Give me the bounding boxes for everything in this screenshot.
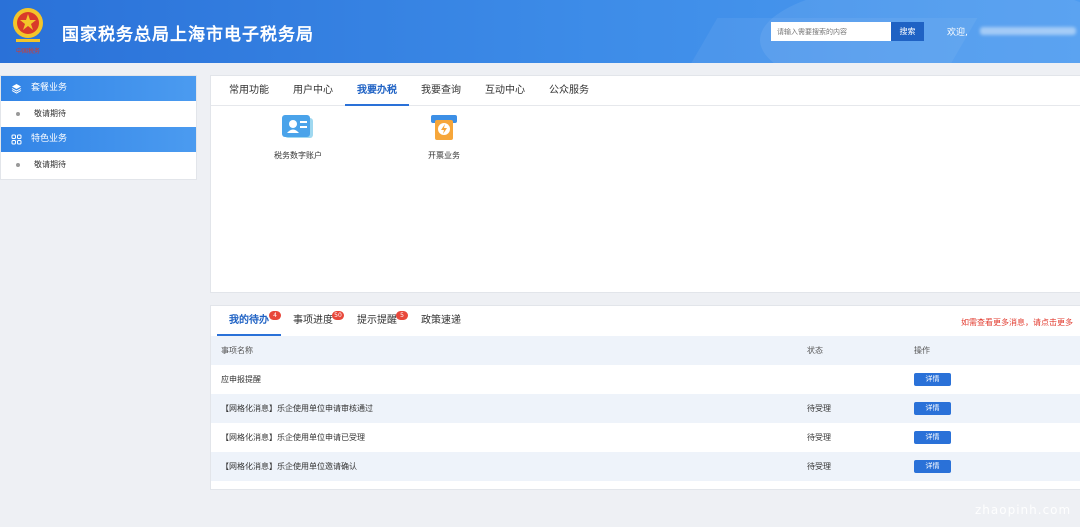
table-row: 【网格化消息】乐企使用单位申请已受理 待受理 详情: [211, 423, 1080, 452]
tab-progress[interactable]: 事项进度: [293, 306, 333, 336]
sidebar-section-title: 套餐业务: [31, 83, 68, 93]
todo-tabs: 我的待办 4 事项进度 50 提示提醒 5 政策速递 如需查看更多消息，请点击更…: [211, 306, 1080, 336]
user-name-blurred: [980, 27, 1076, 35]
column-name: 事项名称: [221, 346, 253, 355]
layers-icon: [11, 84, 22, 94]
welcome-text: 欢迎,: [947, 28, 968, 38]
invoice-icon: [431, 115, 457, 140]
progress-count-badge: 50: [332, 311, 344, 320]
tab-public-service[interactable]: 公众服务: [543, 76, 595, 106]
detail-button[interactable]: 详情: [914, 460, 951, 473]
tab-label: 政策速递: [421, 315, 461, 326]
detail-button[interactable]: 详情: [914, 431, 951, 444]
service-panel: 常用功能 用户中心 我要办税 我要查询 互动中心 公众服务 税务数字账户 开票业…: [210, 75, 1080, 293]
sidebar-section-package[interactable]: 套餐业务: [1, 76, 196, 101]
header: 中国税务 国家税务总局上海市电子税务局 搜索 欢迎,: [0, 0, 1080, 63]
tax-emblem-icon: 中国税务: [13, 8, 43, 55]
table-row: 应申报提醒 详情: [211, 365, 1080, 394]
detail-button[interactable]: 详情: [914, 402, 951, 415]
grid-icon: [11, 134, 22, 145]
more-messages-hint[interactable]: 如需查看更多消息，请点击更多: [961, 317, 1073, 328]
watermark: zhaopinh.com: [975, 503, 1072, 517]
search-input[interactable]: [771, 22, 891, 41]
tab-common[interactable]: 常用功能: [223, 76, 275, 106]
row-name: 应申报提醒: [221, 375, 261, 384]
tab-label: 事项进度: [293, 315, 333, 326]
tab-tax-handling[interactable]: 我要办税: [345, 76, 409, 106]
sidebar: 套餐业务 敬请期待 特色业务 敬请期待: [0, 75, 197, 180]
main-tabs: 常用功能 用户中心 我要办税 我要查询 互动中心 公众服务: [211, 76, 1080, 106]
table-row: 【网格化消息】乐企使用单位申请审核通过 待受理 详情: [211, 394, 1080, 423]
tab-reminders[interactable]: 提示提醒: [357, 306, 397, 336]
sidebar-item[interactable]: 敬请期待: [1, 152, 196, 178]
table-header: 事项名称 状态 操作: [211, 336, 1080, 365]
site-title: 国家税务总局上海市电子税务局: [62, 25, 314, 45]
reminder-count-badge: 5: [396, 311, 408, 320]
row-name: 【网格化消息】乐企使用单位申请已受理: [221, 433, 365, 442]
sidebar-section-title: 特色业务: [31, 134, 68, 144]
column-operation: 操作: [914, 346, 930, 355]
service-label: 税务数字账户: [274, 151, 322, 160]
sidebar-item[interactable]: 敬请期待: [1, 101, 196, 127]
service-label: 开票业务: [428, 151, 460, 160]
tab-interaction[interactable]: 互动中心: [479, 76, 531, 106]
tab-policy[interactable]: 政策速递: [421, 306, 461, 336]
digital-account-icon: [282, 115, 313, 138]
detail-button[interactable]: 详情: [914, 373, 951, 386]
row-status: 待受理: [807, 404, 831, 413]
service-invoice[interactable]: 开票业务: [404, 114, 484, 161]
row-name: 【网格化消息】乐企使用单位申请审核通过: [221, 404, 373, 413]
sidebar-section-special[interactable]: 特色业务: [1, 127, 196, 152]
service-digital-account[interactable]: 税务数字账户: [258, 114, 338, 161]
search-button[interactable]: 搜索: [891, 22, 924, 41]
tab-query[interactable]: 我要查询: [415, 76, 467, 106]
row-status: 待受理: [807, 462, 831, 471]
tab-user-center[interactable]: 用户中心: [287, 76, 339, 106]
todo-count-badge: 4: [269, 311, 281, 320]
tab-label: 提示提醒: [357, 315, 397, 326]
todo-panel: 我的待办 4 事项进度 50 提示提醒 5 政策速递 如需查看更多消息，请点击更…: [210, 305, 1080, 490]
table-row: 【网格化消息】乐企使用单位邀请确认 待受理 详情: [211, 452, 1080, 481]
row-status: 待受理: [807, 433, 831, 442]
tab-label: 我的待办: [229, 315, 269, 326]
row-name: 【网格化消息】乐企使用单位邀请确认: [221, 462, 357, 471]
column-status: 状态: [807, 346, 823, 355]
emblem-text: 中国税务: [16, 47, 40, 55]
